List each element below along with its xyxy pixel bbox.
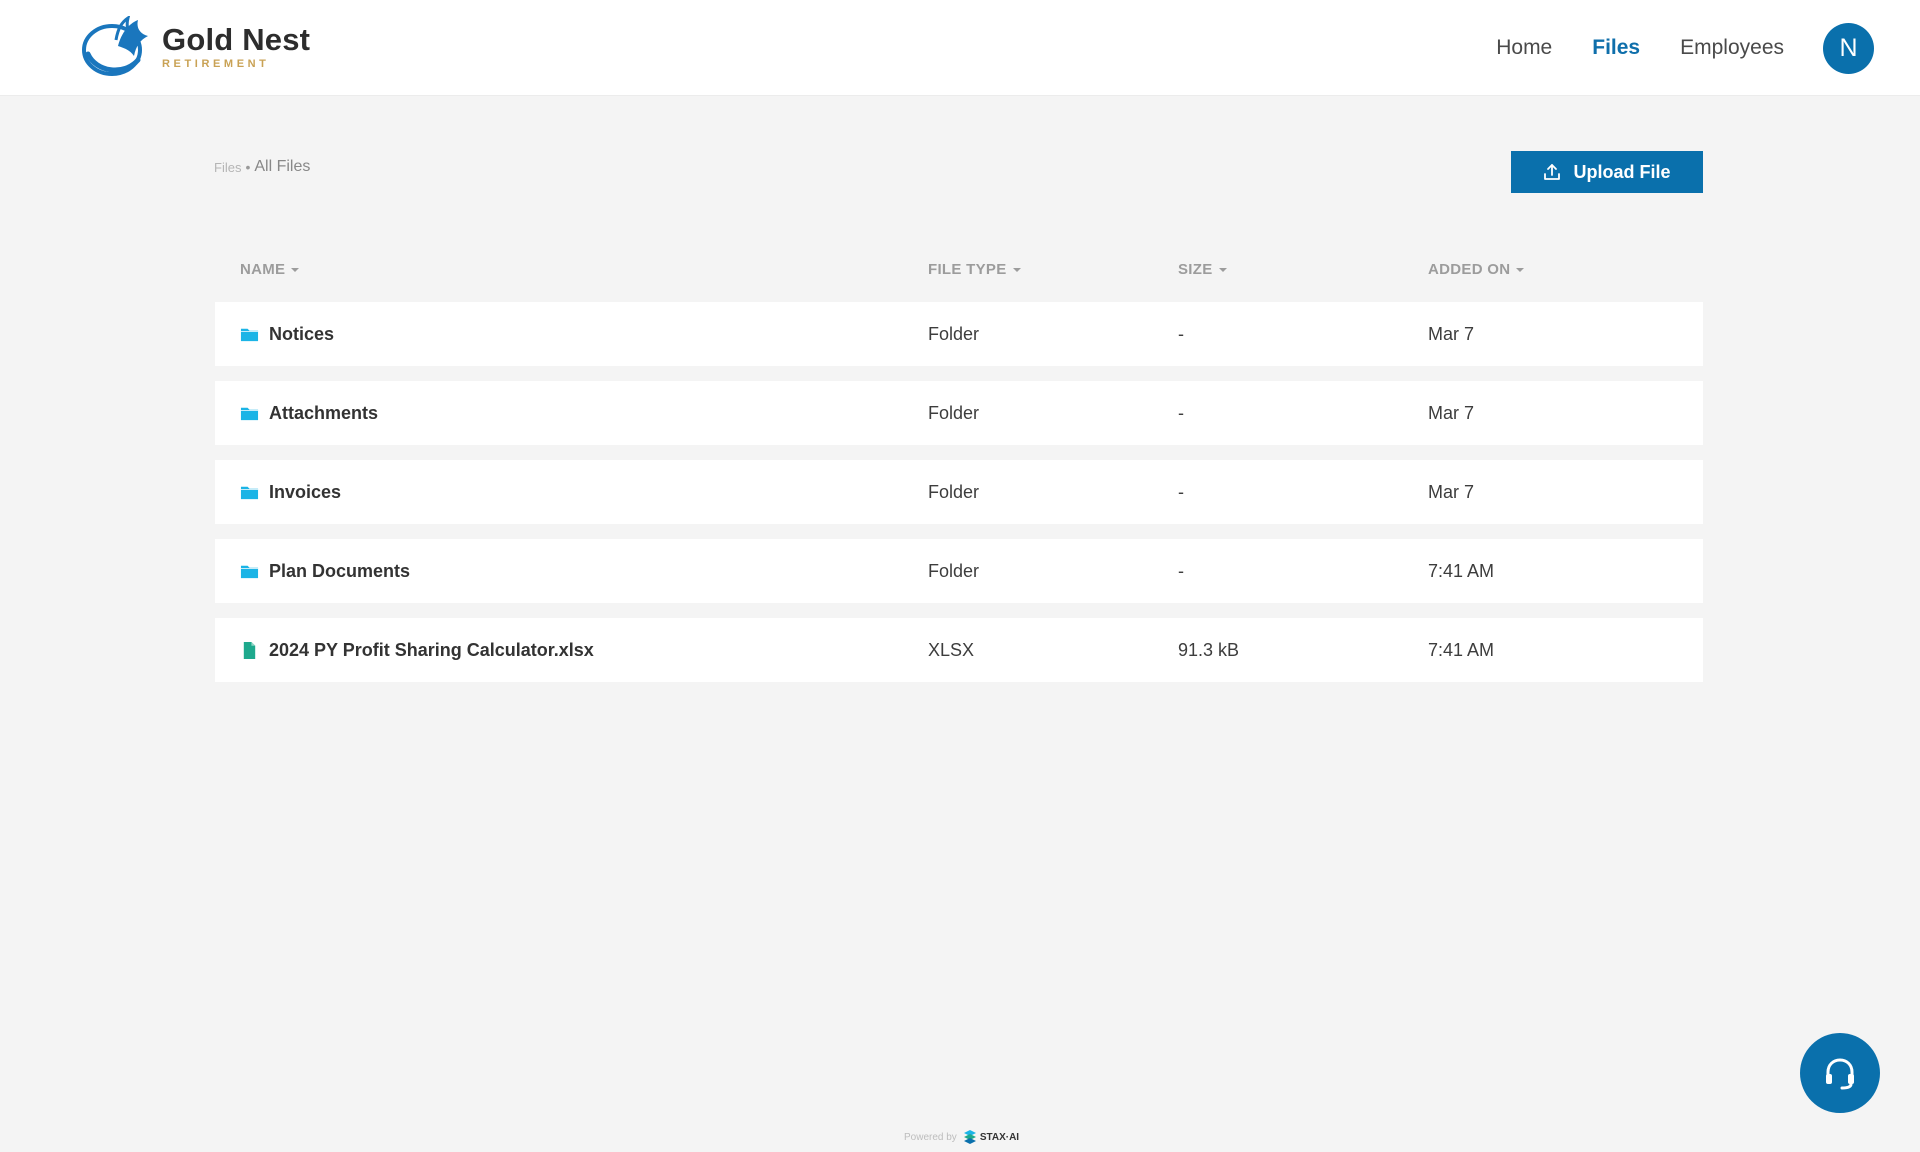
top-header: Gold Nest RETIREMENT Home Files Employee… <box>0 0 1920 96</box>
breadcrumb-current: All Files <box>254 158 311 175</box>
nest-logo-icon <box>82 16 148 76</box>
files-table: NAME FILE TYPE SIZE ADDED ON Notices Fol… <box>215 252 1703 697</box>
brand-subtitle: RETIREMENT <box>162 58 270 70</box>
column-file-type-label: FILE TYPE <box>928 260 1007 278</box>
row-name: Attachments <box>269 403 379 423</box>
table-row[interactable]: Attachments Folder - Mar 7 <box>215 381 1703 445</box>
row-name-cell: Plan Documents <box>240 559 410 583</box>
row-file-type: Folder <box>928 324 980 344</box>
nav-home[interactable]: Home <box>1496 32 1552 64</box>
file-icon <box>243 641 256 659</box>
row-file-type: XLSX <box>928 640 975 660</box>
row-size: - <box>1178 561 1184 581</box>
vendor-logo[interactable]: STAX·AI <box>963 1130 1019 1144</box>
column-header-file-type[interactable]: FILE TYPE <box>928 261 1021 278</box>
sort-caret-icon <box>1218 267 1227 272</box>
row-added-on: Mar 7 <box>1428 324 1475 344</box>
row-file-type: Folder <box>928 482 980 502</box>
column-header-added-on[interactable]: ADDED ON <box>1428 260 1525 278</box>
row-name-cell: 2024 PY Profit Sharing Calculator.xlsx <box>240 638 594 662</box>
upload-file-label: Upload File <box>1573 161 1671 182</box>
nav-files[interactable]: Files <box>1592 32 1640 64</box>
breadcrumb-separator: • <box>245 159 251 175</box>
column-header-name[interactable]: NAME <box>240 260 300 278</box>
row-size: - <box>1178 482 1184 502</box>
row-name: 2024 PY Profit Sharing Calculator.xlsx <box>269 640 594 660</box>
row-size: - <box>1178 324 1184 344</box>
row-size: - <box>1178 403 1184 423</box>
breadcrumb-root[interactable]: Files <box>214 160 241 175</box>
row-name: Invoices <box>269 482 342 502</box>
row-file-type: Folder <box>928 561 980 581</box>
upload-icon <box>1544 164 1561 180</box>
row-size: 91.3 kB <box>1178 640 1240 660</box>
row-file-type: Folder <box>928 403 980 423</box>
row-added-on: 7:41 AM <box>1428 561 1495 581</box>
row-name-cell: Notices <box>240 322 334 346</box>
column-added-on-label: ADDED ON <box>1428 260 1511 278</box>
column-name-label: NAME <box>240 260 286 278</box>
row-added-on: Mar 7 <box>1428 403 1475 423</box>
folder-icon <box>240 486 259 499</box>
folder-icon <box>240 407 259 420</box>
support-chat-button[interactable] <box>1800 1033 1880 1113</box>
table-header: NAME FILE TYPE SIZE ADDED ON <box>215 252 1703 286</box>
brand-logo[interactable]: Gold Nest RETIREMENT <box>78 16 310 78</box>
main-nav: Home Files Employees <box>1496 32 1784 64</box>
table-row[interactable]: Invoices Folder - Mar 7 <box>215 460 1703 524</box>
footer-powered-by: Powered by STAX·AI <box>904 1130 1019 1144</box>
headset-icon <box>1826 1058 1854 1090</box>
row-name-cell: Attachments <box>240 401 378 425</box>
sort-caret-icon <box>1516 267 1525 272</box>
stax-logo-icon <box>963 1130 976 1144</box>
row-name-cell: Invoices <box>240 480 341 504</box>
table-row[interactable]: Plan Documents Folder - 7:41 AM <box>215 539 1703 603</box>
user-avatar[interactable]: N <box>1823 23 1874 74</box>
sort-caret-icon <box>291 267 300 272</box>
sort-caret-icon <box>1012 267 1021 272</box>
upload-file-button[interactable]: Upload File <box>1511 151 1703 193</box>
table-body: Notices Folder - Mar 7 Attachments Folde… <box>215 302 1703 682</box>
vendor-name: STAX·AI <box>979 1131 1020 1143</box>
table-row[interactable]: Notices Folder - Mar 7 <box>215 302 1703 366</box>
brand-title: Gold Nest <box>162 22 311 57</box>
table-row[interactable]: 2024 PY Profit Sharing Calculator.xlsx X… <box>215 618 1703 682</box>
row-name: Notices <box>269 324 335 344</box>
folder-icon <box>240 328 259 341</box>
folder-icon <box>240 565 259 578</box>
breadcrumb: Files • All Files <box>214 158 310 176</box>
column-header-size[interactable]: SIZE <box>1178 261 1227 278</box>
powered-by-text: Powered by <box>904 1131 957 1143</box>
column-size-label: SIZE <box>1178 260 1213 278</box>
row-added-on: Mar 7 <box>1428 482 1475 502</box>
nav-employees[interactable]: Employees <box>1680 32 1784 64</box>
row-added-on: 7:41 AM <box>1428 640 1495 660</box>
row-name: Plan Documents <box>269 561 411 581</box>
